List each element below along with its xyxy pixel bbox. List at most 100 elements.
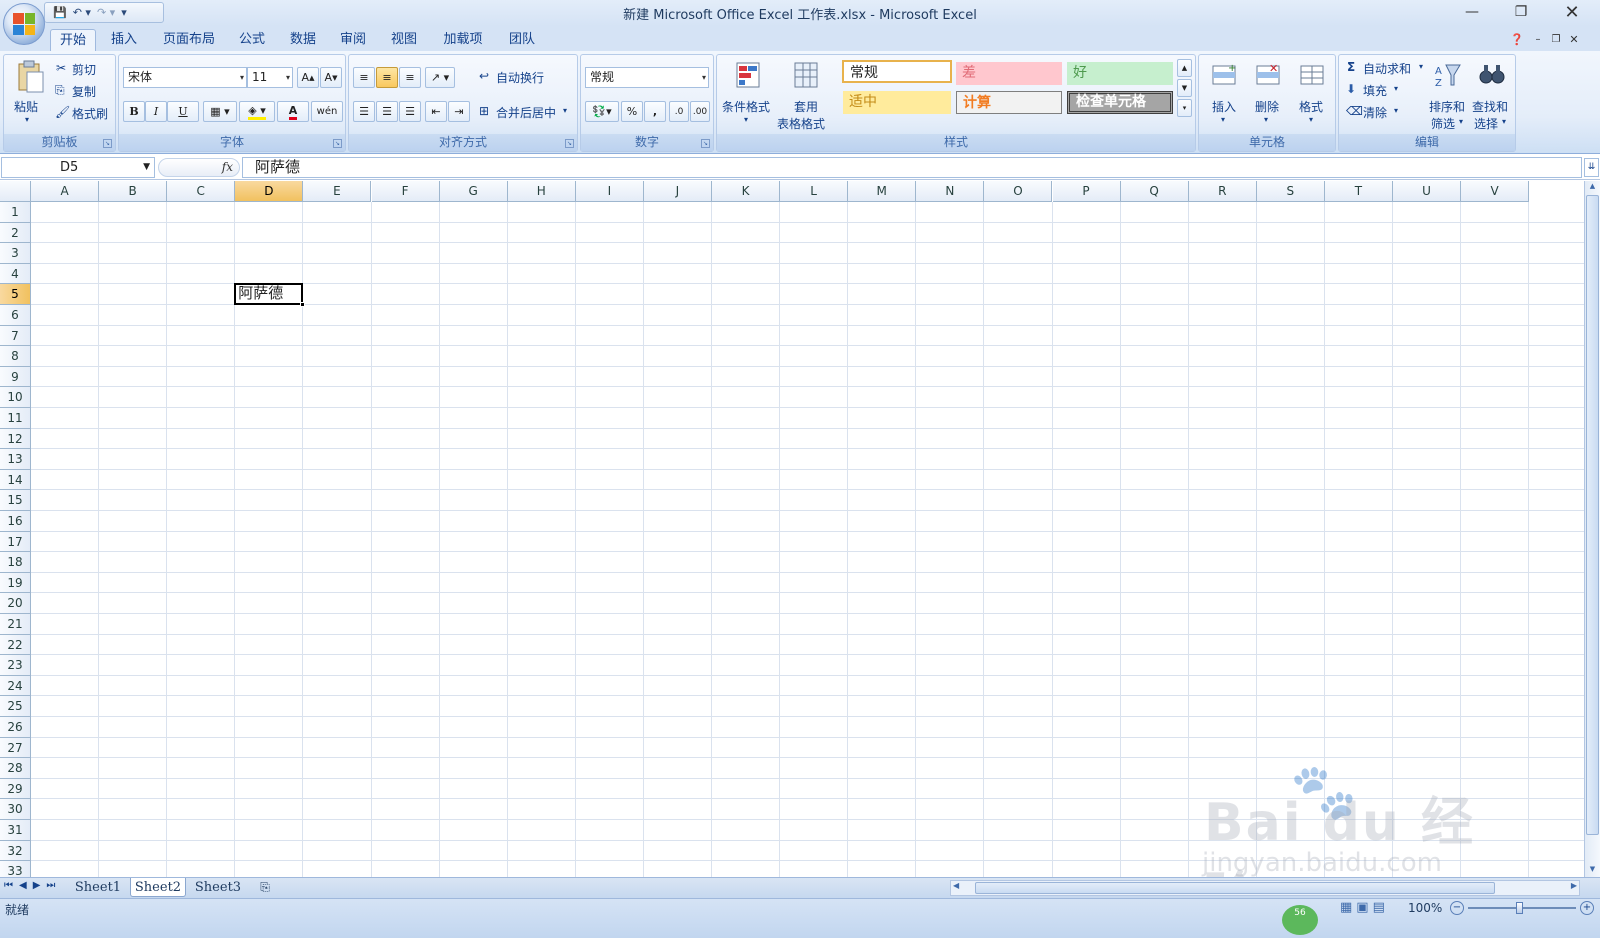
row-header[interactable]: 4 xyxy=(0,263,31,285)
format-cells-button[interactable]: 格式 xyxy=(1299,98,1323,115)
column-header[interactable]: H xyxy=(507,181,576,202)
sort-filter-label-1[interactable]: 排序和 xyxy=(1429,98,1465,115)
sort-filter-label-2[interactable]: 筛选 xyxy=(1431,115,1455,132)
scroll-right-icon[interactable]: ▶ xyxy=(1571,881,1577,890)
help-icon[interactable]: ❓ xyxy=(1508,27,1526,51)
styles-more-icon[interactable]: ▾ xyxy=(1177,99,1192,117)
column-header[interactable]: R xyxy=(1188,181,1257,202)
style-good[interactable]: 好 xyxy=(1067,62,1173,85)
orientation-button[interactable]: ↗ ▾ xyxy=(425,67,455,88)
tab-data[interactable]: 数据 xyxy=(283,29,323,52)
row-header[interactable]: 17 xyxy=(0,531,31,553)
zoom-slider-thumb[interactable] xyxy=(1516,902,1523,914)
chevron-down-icon[interactable]: ▾ xyxy=(1502,117,1506,126)
copy-button[interactable]: 复制 xyxy=(72,83,96,100)
font-name-combo[interactable]: 宋体 ▾ xyxy=(123,67,247,88)
chevron-down-icon[interactable]: ▾ xyxy=(1264,115,1268,124)
italic-button[interactable]: I xyxy=(145,101,167,122)
sheet-tab-1[interactable]: Sheet1 xyxy=(70,878,126,897)
cut-button[interactable]: 剪切 xyxy=(72,61,96,78)
column-header[interactable]: J xyxy=(643,181,712,202)
fill-button[interactable]: 填充 xyxy=(1363,82,1387,99)
row-header[interactable]: 2 xyxy=(0,222,31,244)
chevron-down-icon[interactable]: ▾ xyxy=(1309,115,1313,124)
format-as-table-label-1[interactable]: 套用 xyxy=(794,98,818,115)
chevron-down-icon[interactable]: ▾ xyxy=(563,106,567,115)
zoom-level[interactable]: 100% xyxy=(1408,901,1442,915)
column-header[interactable]: K xyxy=(712,181,781,202)
format-as-table-label-2[interactable]: 表格格式 xyxy=(777,115,825,132)
undo-icon[interactable]: ↶ ▾ xyxy=(73,6,91,19)
paste-button[interactable]: 粘贴 xyxy=(14,98,38,115)
align-center-button[interactable]: ☰ xyxy=(376,101,398,122)
column-header[interactable]: L xyxy=(780,181,849,202)
tab-view[interactable]: 视图 xyxy=(384,29,424,52)
vertical-scroll-thumb[interactable] xyxy=(1586,195,1599,835)
sort-filter-icon[interactable]: AZ xyxy=(1432,59,1464,91)
shrink-font-button[interactable]: A ▼ xyxy=(320,67,342,88)
active-cell[interactable]: 阿萨德 xyxy=(234,283,304,305)
row-header[interactable]: 16 xyxy=(0,511,31,532)
column-header[interactable]: F xyxy=(371,181,440,202)
delete-cells-button[interactable]: 删除 xyxy=(1255,98,1279,115)
font-size-combo[interactable]: 11 ▾ xyxy=(247,67,293,88)
align-right-button[interactable]: ☰ xyxy=(399,101,421,122)
expand-formula-bar-icon[interactable]: ⇊ xyxy=(1584,158,1599,177)
column-header[interactable]: B xyxy=(99,181,168,202)
chevron-down-icon[interactable]: ▾ xyxy=(1459,117,1463,126)
tab-insert[interactable]: 插入 xyxy=(104,29,144,52)
close-button[interactable]: ✕ xyxy=(1548,0,1596,24)
find-select-icon[interactable] xyxy=(1476,59,1508,91)
style-bad[interactable]: 差 xyxy=(956,62,1062,85)
align-bottom-button[interactable]: ≡ xyxy=(399,67,421,88)
row-header[interactable]: 26 xyxy=(0,717,31,738)
row-header[interactable]: 10 xyxy=(0,387,31,408)
column-header[interactable]: D xyxy=(235,181,304,202)
chevron-down-icon[interactable]: ▾ xyxy=(744,115,748,124)
find-select-label-2[interactable]: 选择 xyxy=(1474,115,1498,132)
insert-function-icon[interactable]: fx xyxy=(222,160,233,174)
row-header[interactable]: 22 xyxy=(0,634,31,656)
conditional-format-icon[interactable] xyxy=(733,59,763,91)
redo-icon[interactable]: ↷ ▾ xyxy=(97,6,115,19)
column-header[interactable]: P xyxy=(1052,181,1121,202)
style-calculation[interactable]: 计算 xyxy=(956,91,1062,114)
column-header[interactable]: N xyxy=(916,181,985,202)
increase-indent-button[interactable]: ⇥ xyxy=(448,101,470,122)
column-header[interactable]: M xyxy=(848,181,917,202)
copy-icon[interactable]: ⎘ xyxy=(55,83,65,98)
decrease-indent-button[interactable]: ⇤ xyxy=(425,101,447,122)
fill-handle[interactable] xyxy=(300,302,306,307)
chevron-down-icon[interactable]: ▾ xyxy=(1394,84,1398,93)
row-header[interactable]: 12 xyxy=(0,428,31,450)
row-header[interactable]: 30 xyxy=(0,799,31,820)
merge-center-button[interactable]: 合并后居中 xyxy=(496,104,556,121)
horizontal-scrollbar[interactable]: ◀ ▶ xyxy=(950,880,1580,896)
row-header[interactable]: 9 xyxy=(0,366,31,388)
insert-cells-button[interactable]: 插入 xyxy=(1212,98,1236,115)
clear-button[interactable]: 清除 xyxy=(1363,104,1387,121)
align-top-button[interactable]: ≡ xyxy=(353,67,375,88)
column-header[interactable]: T xyxy=(1324,181,1393,202)
save-icon[interactable]: 💾 xyxy=(53,6,67,19)
styles-scroll-down-icon[interactable]: ▼ xyxy=(1177,79,1192,97)
tab-home[interactable]: 开始 xyxy=(50,29,96,52)
row-header[interactable]: 28 xyxy=(0,758,31,779)
row-header[interactable]: 20 xyxy=(0,593,31,614)
paste-icon[interactable] xyxy=(12,59,48,95)
format-cells-icon[interactable] xyxy=(1297,59,1327,91)
increase-decimal-button[interactable]: .0 xyxy=(669,101,689,122)
row-header[interactable]: 7 xyxy=(0,325,31,347)
row-header[interactable]: 18 xyxy=(0,552,31,573)
customize-qat-icon[interactable]: ▾ xyxy=(121,6,127,19)
cut-icon[interactable]: ✂ xyxy=(56,61,66,75)
chevron-down-icon[interactable]: ▾ xyxy=(1394,106,1398,115)
clipboard-launcher-icon[interactable]: ↘ xyxy=(103,139,112,148)
chevron-down-icon[interactable]: ▾ xyxy=(1419,62,1423,71)
border-button[interactable]: ▦ ▾ xyxy=(203,101,237,122)
font-color-button[interactable]: A xyxy=(277,101,309,122)
format-painter-icon[interactable]: 🖌 xyxy=(55,105,70,119)
office-button[interactable] xyxy=(3,3,45,45)
paste-dropdown-icon[interactable]: ▾ xyxy=(25,115,29,124)
zoom-out-icon[interactable]: − xyxy=(1450,901,1464,915)
